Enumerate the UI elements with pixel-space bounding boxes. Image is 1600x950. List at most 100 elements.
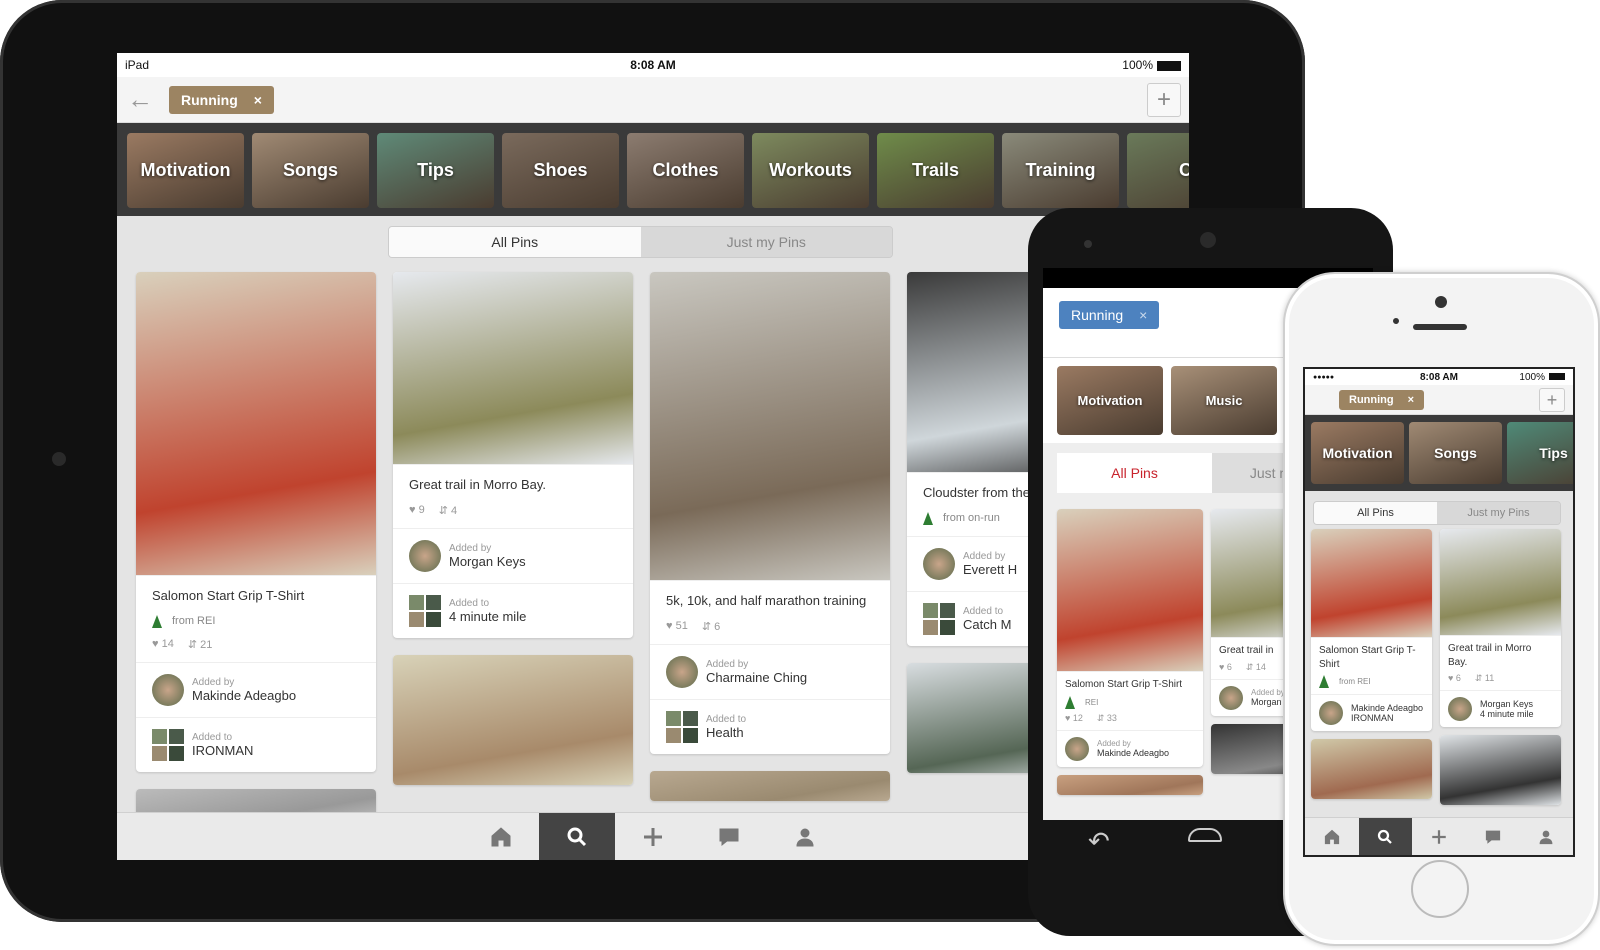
category-motivation[interactable]: Motivation: [127, 133, 244, 208]
category-songs[interactable]: Songs: [1409, 422, 1502, 484]
home-button[interactable]: [1411, 860, 1469, 918]
added-by-name[interactable]: Makinde Adeagbo: [192, 688, 296, 703]
pin-card[interactable]: Salomon Start Grip T-Shirt from REI Makind…: [1311, 529, 1432, 731]
tab-search[interactable]: [539, 812, 615, 860]
added-by-row[interactable]: Added by Makinde Adeagbo: [1057, 729, 1203, 767]
source-label[interactable]: from REI: [1339, 677, 1371, 686]
tab-profile[interactable]: [1519, 818, 1573, 856]
pin-card[interactable]: [650, 770, 890, 801]
tab-profile[interactable]: [767, 813, 843, 861]
tab-chat[interactable]: [1466, 818, 1520, 856]
category-shoes[interactable]: Shoes: [502, 133, 619, 208]
added-to-board[interactable]: IRONMAN: [1351, 713, 1423, 723]
avatar[interactable]: [1219, 685, 1243, 710]
pin-card[interactable]: Great trail in Morro Bay. ♥ 9 ⇵ 4 Added by M…: [393, 272, 633, 638]
pin-image[interactable]: [393, 654, 633, 785]
category-tips[interactable]: Tips: [1507, 422, 1573, 484]
pin-image[interactable]: [1311, 529, 1432, 637]
category-motivation[interactable]: Motivation: [1311, 422, 1404, 484]
category-motivation[interactable]: Motivation: [1057, 366, 1163, 435]
category-trails[interactable]: Trails: [877, 133, 994, 208]
added-by-name[interactable]: Morgan Keys: [1480, 699, 1534, 709]
tab-just-my-pins[interactable]: Just my Pins: [640, 227, 892, 257]
added-to-board[interactable]: Health: [706, 725, 746, 740]
home-nav-icon[interactable]: [1188, 828, 1222, 842]
tab-search[interactable]: [1358, 817, 1413, 855]
tab-home[interactable]: [1305, 818, 1359, 856]
added-to-board[interactable]: Catch M: [963, 617, 1011, 632]
added-by-row[interactable]: Added by Morgan Keys: [393, 527, 633, 583]
back-arrow-icon[interactable]: ←: [127, 84, 153, 115]
added-to-row[interactable]: Added to 4 minute mile: [393, 582, 633, 638]
tab-chat[interactable]: [691, 813, 767, 861]
source-label[interactable]: REI: [1085, 698, 1098, 707]
tab-plus[interactable]: [1412, 818, 1466, 856]
search-chip-running[interactable]: Running ×: [1339, 389, 1425, 410]
avatar[interactable]: [923, 547, 955, 580]
pin-image[interactable]: [1057, 509, 1203, 671]
avatar[interactable]: [1319, 701, 1343, 725]
pin-card[interactable]: [1057, 774, 1203, 795]
category-tips[interactable]: Tips: [377, 133, 494, 208]
tab-all-pins[interactable]: All Pins: [1057, 453, 1212, 493]
pin-card[interactable]: 5k, 10k, and half marathon training ♥ 51 ⇵…: [650, 272, 890, 754]
pin-image[interactable]: [650, 770, 890, 801]
close-icon[interactable]: ×: [254, 92, 262, 108]
pin-card[interactable]: [1440, 735, 1561, 805]
category-music[interactable]: Music: [1171, 366, 1277, 435]
avatar[interactable]: [409, 539, 441, 572]
search-bar[interactable]: ← Running × +: [117, 77, 1189, 123]
tab-all-pins[interactable]: All Pins: [389, 227, 641, 257]
tab-just-my-pins[interactable]: Just my Pins: [1437, 502, 1560, 524]
category-songs[interactable]: Songs: [252, 133, 369, 208]
category-clothes[interactable]: Clothes: [627, 133, 744, 208]
pin-image[interactable]: [1440, 735, 1561, 805]
source-label[interactable]: from REI: [172, 615, 215, 627]
tab-plus[interactable]: [615, 813, 691, 861]
added-by-name[interactable]: Charmaine Ching: [706, 670, 807, 685]
pin-card[interactable]: Salomon Start Grip T-Shirt REI ♥ 12 ⇵ 33 Add…: [1057, 509, 1203, 767]
category-c[interactable]: C: [1127, 133, 1189, 208]
pin-source[interactable]: from REI: [152, 614, 360, 628]
category-workouts[interactable]: Workouts: [752, 133, 869, 208]
tab-all-pins[interactable]: All Pins: [1314, 502, 1437, 524]
add-button[interactable]: +: [1539, 388, 1565, 412]
added-to-row[interactable]: Added to IRONMAN: [136, 716, 376, 772]
pin-card[interactable]: Great trail in Morro Bay. ♥ 6 ⇵ 11 Morgan K…: [1440, 529, 1561, 727]
pin-card[interactable]: [1311, 739, 1432, 799]
tab-home[interactable]: [463, 813, 539, 861]
search-chip-running[interactable]: Running ×: [1059, 301, 1160, 329]
added-to-row[interactable]: Added to Health: [650, 698, 890, 754]
added-by-name[interactable]: Makinde Adeagbo: [1097, 748, 1169, 758]
pin-image[interactable]: [136, 272, 376, 575]
added-by-row[interactable]: Makinde Adeagbo IRONMAN: [1311, 694, 1432, 731]
pin-image[interactable]: [1440, 529, 1561, 635]
close-icon[interactable]: ×: [1139, 307, 1147, 323]
added-to-board[interactable]: 4 minute mile: [1480, 709, 1534, 719]
pin-source[interactable]: REI: [1065, 695, 1195, 709]
avatar[interactable]: [152, 673, 184, 706]
avatar[interactable]: [666, 655, 698, 688]
avatar[interactable]: [1448, 697, 1472, 721]
pin-card[interactable]: Salomon Start Grip T-Shirt from REI ♥ 14 ⇵ …: [136, 272, 376, 772]
category-training[interactable]: Training: [1002, 133, 1119, 208]
pin-source[interactable]: from REI: [1319, 675, 1424, 688]
added-to-board[interactable]: IRONMAN: [192, 743, 253, 758]
add-button[interactable]: +: [1147, 83, 1181, 117]
pin-image[interactable]: [650, 272, 890, 580]
added-by-name[interactable]: Everett H: [963, 562, 1017, 577]
pin-card[interactable]: [393, 654, 633, 785]
search-bar[interactable]: Running × +: [1305, 385, 1573, 415]
pin-image[interactable]: [1057, 774, 1203, 795]
added-by-name[interactable]: Morgan Keys: [449, 554, 526, 569]
added-by-row[interactable]: Added by Makinde Adeagbo: [136, 661, 376, 717]
pin-image[interactable]: [393, 272, 633, 464]
source-label[interactable]: from on-run: [943, 512, 1000, 524]
added-to-board[interactable]: 4 minute mile: [449, 609, 526, 624]
added-by-row[interactable]: Added by Charmaine Ching: [650, 643, 890, 699]
search-chip-running[interactable]: Running ×: [169, 85, 274, 114]
added-by-row[interactable]: Morgan Keys 4 minute mile: [1440, 690, 1561, 727]
pin-image[interactable]: [1311, 739, 1432, 799]
avatar[interactable]: [1065, 736, 1089, 761]
back-nav-icon[interactable]: ↶: [1088, 826, 1110, 856]
